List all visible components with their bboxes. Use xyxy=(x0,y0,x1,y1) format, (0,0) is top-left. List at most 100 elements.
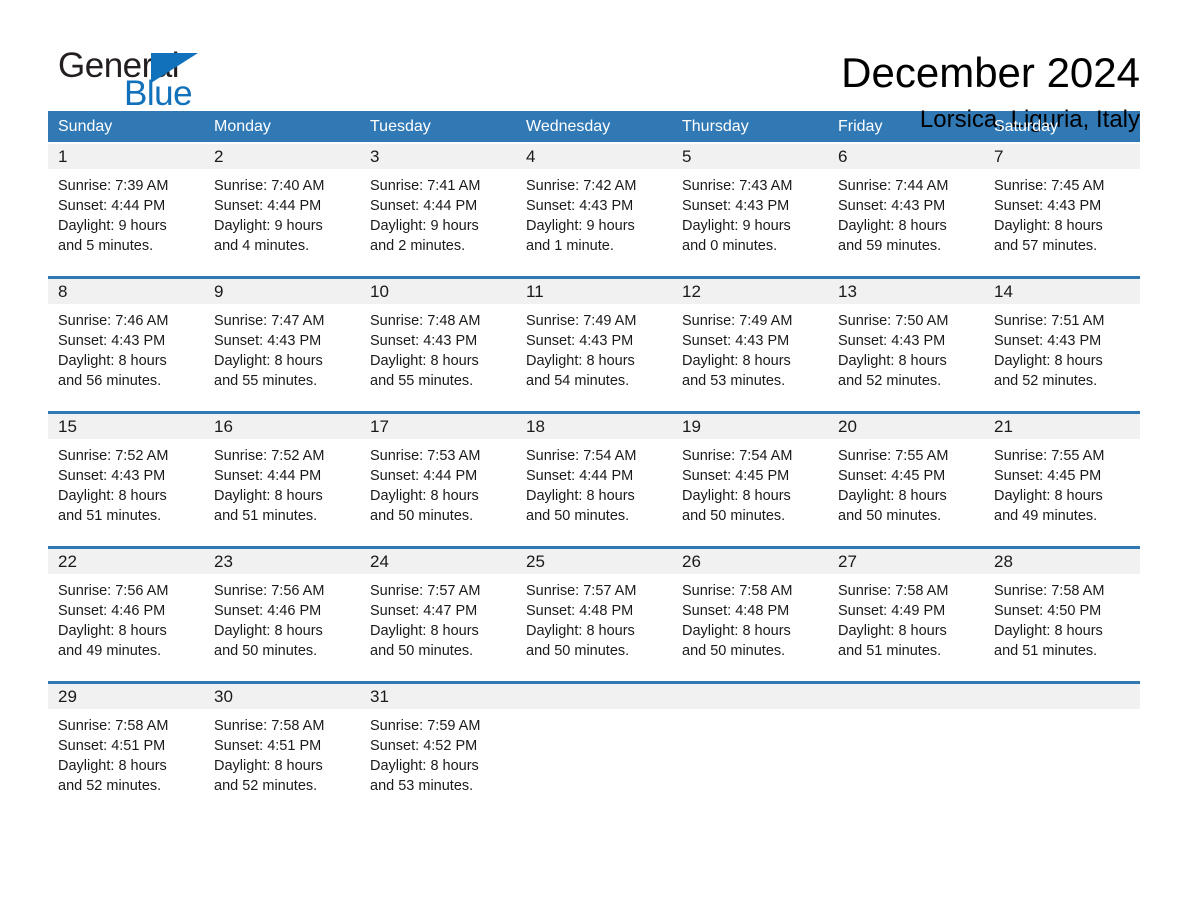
day-number: 8 xyxy=(48,279,204,304)
day-cell[interactable]: 13 Sunrise: 7:50 AM Sunset: 4:43 PM Dayl… xyxy=(828,279,984,401)
day-cell[interactable]: 9 Sunrise: 7:47 AM Sunset: 4:43 PM Dayli… xyxy=(204,279,360,401)
day-cell[interactable]: 23 Sunrise: 7:56 AM Sunset: 4:46 PM Dayl… xyxy=(204,549,360,671)
daylight-text-line2: and 54 minutes. xyxy=(526,373,630,389)
daylight-text-line1: Daylight: 8 hours xyxy=(838,218,947,234)
day-cell[interactable]: 25 Sunrise: 7:57 AM Sunset: 4:48 PM Dayl… xyxy=(516,549,672,671)
day-cell[interactable]: 30 Sunrise: 7:58 AM Sunset: 4:51 PM Dayl… xyxy=(204,684,360,806)
sunrise-text: Sunrise: 7:43 AM xyxy=(682,178,793,194)
day-cell[interactable]: 6 Sunrise: 7:44 AM Sunset: 4:43 PM Dayli… xyxy=(828,144,984,266)
sunrise-text: Sunrise: 7:49 AM xyxy=(526,313,637,329)
sunrise-text: Sunrise: 7:41 AM xyxy=(370,178,481,194)
day-details: Sunrise: 7:44 AM Sunset: 4:43 PM Dayligh… xyxy=(828,169,984,256)
week-row: 29 Sunrise: 7:58 AM Sunset: 4:51 PM Dayl… xyxy=(48,681,1140,806)
day-cell[interactable]: 31 Sunrise: 7:59 AM Sunset: 4:52 PM Dayl… xyxy=(360,684,516,806)
weekday-header-thursday: Thursday xyxy=(682,118,749,135)
day-cell[interactable]: 2 Sunrise: 7:40 AM Sunset: 4:44 PM Dayli… xyxy=(204,144,360,266)
day-cell[interactable]: 18 Sunrise: 7:54 AM Sunset: 4:44 PM Dayl… xyxy=(516,414,672,536)
day-details: Sunrise: 7:48 AM Sunset: 4:43 PM Dayligh… xyxy=(360,304,516,391)
daylight-text-line2: and 52 minutes. xyxy=(838,373,942,389)
day-number: 1 xyxy=(48,144,204,169)
day-details: Sunrise: 7:41 AM Sunset: 4:44 PM Dayligh… xyxy=(360,169,516,256)
sunrise-text: Sunrise: 7:50 AM xyxy=(838,313,949,329)
day-cell[interactable]: 21 Sunrise: 7:55 AM Sunset: 4:45 PM Dayl… xyxy=(984,414,1140,536)
sunrise-text: Sunrise: 7:57 AM xyxy=(526,583,637,599)
day-details: Sunrise: 7:39 AM Sunset: 4:44 PM Dayligh… xyxy=(48,169,204,256)
day-cell[interactable]: 4 Sunrise: 7:42 AM Sunset: 4:43 PM Dayli… xyxy=(516,144,672,266)
day-cell[interactable]: 11 Sunrise: 7:49 AM Sunset: 4:43 PM Dayl… xyxy=(516,279,672,401)
daylight-text-line2: and 49 minutes. xyxy=(994,508,1098,524)
day-cell[interactable]: 19 Sunrise: 7:54 AM Sunset: 4:45 PM Dayl… xyxy=(672,414,828,536)
weekday-header-friday: Friday xyxy=(838,118,883,135)
sunrise-text: Sunrise: 7:56 AM xyxy=(58,583,169,599)
day-cell[interactable]: 14 Sunrise: 7:51 AM Sunset: 4:43 PM Dayl… xyxy=(984,279,1140,401)
day-cell[interactable]: 8 Sunrise: 7:46 AM Sunset: 4:43 PM Dayli… xyxy=(48,279,204,401)
day-cell[interactable]: 3 Sunrise: 7:41 AM Sunset: 4:44 PM Dayli… xyxy=(360,144,516,266)
calendar-page: General Blue December 2024 Lorsica, Ligu… xyxy=(0,0,1188,918)
weekday-header-wednesday: Wednesday xyxy=(526,118,611,135)
day-details: Sunrise: 7:40 AM Sunset: 4:44 PM Dayligh… xyxy=(204,169,360,256)
day-details: Sunrise: 7:59 AM Sunset: 4:52 PM Dayligh… xyxy=(360,709,516,796)
day-cell[interactable]: 27 Sunrise: 7:58 AM Sunset: 4:49 PM Dayl… xyxy=(828,549,984,671)
day-details: Sunrise: 7:58 AM Sunset: 4:51 PM Dayligh… xyxy=(48,709,204,796)
day-number: 12 xyxy=(672,279,828,304)
day-cell[interactable]: 26 Sunrise: 7:58 AM Sunset: 4:48 PM Dayl… xyxy=(672,549,828,671)
day-cell[interactable]: 12 Sunrise: 7:49 AM Sunset: 4:43 PM Dayl… xyxy=(672,279,828,401)
day-cell[interactable]: 17 Sunrise: 7:53 AM Sunset: 4:44 PM Dayl… xyxy=(360,414,516,536)
day-number: 3 xyxy=(360,144,516,169)
daylight-text-line2: and 52 minutes. xyxy=(58,778,162,794)
daylight-text-line1: Daylight: 8 hours xyxy=(214,488,323,504)
sunrise-text: Sunrise: 7:53 AM xyxy=(370,448,481,464)
daylight-text-line1: Daylight: 9 hours xyxy=(58,218,167,234)
sunrise-text: Sunrise: 7:57 AM xyxy=(370,583,481,599)
daylight-text-line2: and 57 minutes. xyxy=(994,238,1098,254)
day-number: 14 xyxy=(984,279,1140,304)
day-cell[interactable]: 7 Sunrise: 7:45 AM Sunset: 4:43 PM Dayli… xyxy=(984,144,1140,266)
sunrise-text: Sunrise: 7:44 AM xyxy=(838,178,949,194)
daylight-text-line1: Daylight: 8 hours xyxy=(214,353,323,369)
day-number xyxy=(672,684,828,709)
day-cell[interactable]: 29 Sunrise: 7:58 AM Sunset: 4:51 PM Dayl… xyxy=(48,684,204,806)
day-number: 23 xyxy=(204,549,360,574)
weekday-header-tuesday: Tuesday xyxy=(370,118,431,135)
day-cell[interactable]: 5 Sunrise: 7:43 AM Sunset: 4:43 PM Dayli… xyxy=(672,144,828,266)
daylight-text-line1: Daylight: 8 hours xyxy=(58,623,167,639)
week-row: 22 Sunrise: 7:56 AM Sunset: 4:46 PM Dayl… xyxy=(48,546,1140,671)
day-details: Sunrise: 7:55 AM Sunset: 4:45 PM Dayligh… xyxy=(984,439,1140,526)
daylight-text-line2: and 2 minutes. xyxy=(370,238,466,254)
daylight-text-line1: Daylight: 8 hours xyxy=(370,758,479,774)
sunrise-text: Sunrise: 7:49 AM xyxy=(682,313,793,329)
sunrise-text: Sunrise: 7:52 AM xyxy=(58,448,169,464)
day-cell[interactable]: 15 Sunrise: 7:52 AM Sunset: 4:43 PM Dayl… xyxy=(48,414,204,536)
day-cell[interactable]: 22 Sunrise: 7:56 AM Sunset: 4:46 PM Dayl… xyxy=(48,549,204,671)
daylight-text-line2: and 49 minutes. xyxy=(58,643,162,659)
daylight-text-line2: and 51 minutes. xyxy=(58,508,162,524)
day-number xyxy=(516,684,672,709)
daylight-text-line1: Daylight: 9 hours xyxy=(370,218,479,234)
day-number xyxy=(828,684,984,709)
day-number: 19 xyxy=(672,414,828,439)
sunset-text: Sunset: 4:48 PM xyxy=(526,603,634,619)
day-cell-empty xyxy=(984,684,1140,806)
day-cell[interactable]: 10 Sunrise: 7:48 AM Sunset: 4:43 PM Dayl… xyxy=(360,279,516,401)
day-cell[interactable]: 1 Sunrise: 7:39 AM Sunset: 4:44 PM Dayli… xyxy=(48,144,204,266)
generalblue-logo[interactable]: General Blue xyxy=(48,46,198,118)
day-number: 15 xyxy=(48,414,204,439)
daylight-text-line2: and 1 minute. xyxy=(526,238,614,254)
day-number: 4 xyxy=(516,144,672,169)
sunrise-text: Sunrise: 7:52 AM xyxy=(214,448,325,464)
daylight-text-line1: Daylight: 9 hours xyxy=(682,218,791,234)
day-cell[interactable]: 28 Sunrise: 7:58 AM Sunset: 4:50 PM Dayl… xyxy=(984,549,1140,671)
sunrise-text: Sunrise: 7:47 AM xyxy=(214,313,325,329)
daylight-text-line1: Daylight: 8 hours xyxy=(370,353,479,369)
sunset-text: Sunset: 4:43 PM xyxy=(682,198,790,214)
day-number: 24 xyxy=(360,549,516,574)
day-cell[interactable]: 20 Sunrise: 7:55 AM Sunset: 4:45 PM Dayl… xyxy=(828,414,984,536)
day-details: Sunrise: 7:50 AM Sunset: 4:43 PM Dayligh… xyxy=(828,304,984,391)
day-cell[interactable]: 16 Sunrise: 7:52 AM Sunset: 4:44 PM Dayl… xyxy=(204,414,360,536)
sunset-text: Sunset: 4:49 PM xyxy=(838,603,946,619)
day-cell[interactable]: 24 Sunrise: 7:57 AM Sunset: 4:47 PM Dayl… xyxy=(360,549,516,671)
day-number: 7 xyxy=(984,144,1140,169)
daylight-text-line2: and 52 minutes. xyxy=(994,373,1098,389)
daylight-text-line2: and 51 minutes. xyxy=(838,643,942,659)
daylight-text-line2: and 5 minutes. xyxy=(58,238,154,254)
